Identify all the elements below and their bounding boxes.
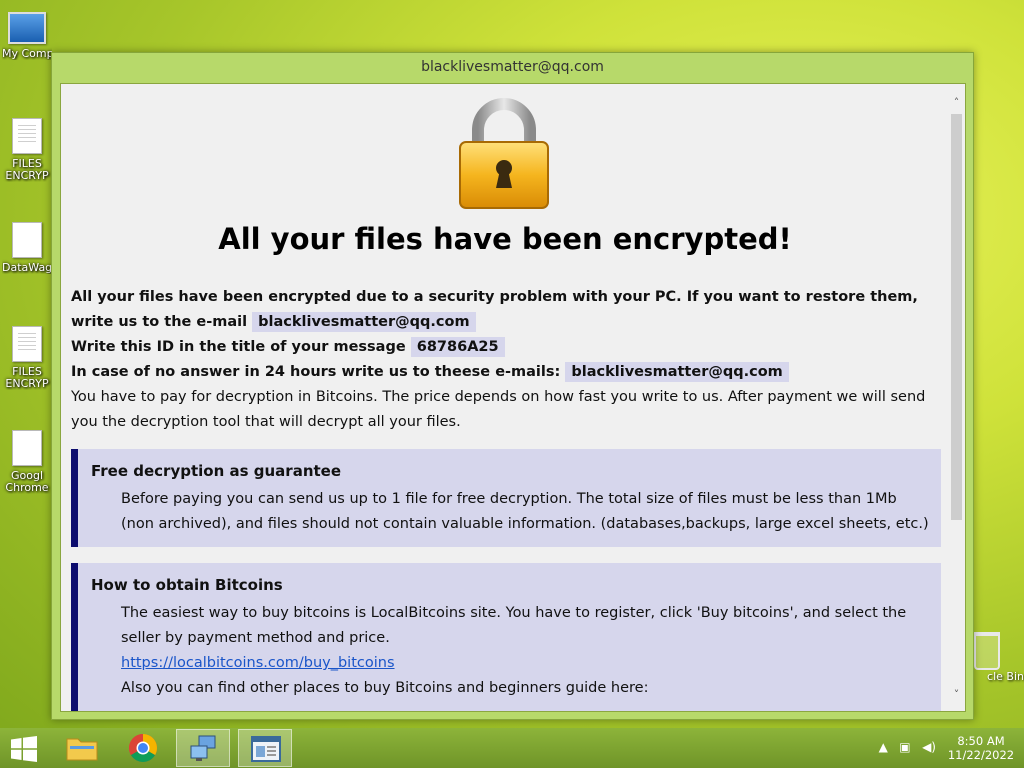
victim-id: 68786A25 xyxy=(410,337,505,357)
show-hidden-icons-icon[interactable]: ▲ xyxy=(879,740,888,754)
desktop-icon-label: Googl Chrome xyxy=(5,469,49,494)
chrome-icon xyxy=(129,734,157,762)
scroll-down-icon[interactable]: ˅ xyxy=(948,686,965,703)
clock-time: 8:50 AM xyxy=(957,734,1005,748)
volume-icon[interactable]: ◀) xyxy=(922,740,936,754)
taskbar-file-explorer[interactable] xyxy=(56,729,110,767)
window-title: blacklivesmatter@qq.com xyxy=(421,59,604,75)
desktop-icon-label: FILES ENCRYP xyxy=(5,365,49,390)
network-computer-icon xyxy=(190,735,216,761)
desktop-icon-label: My Comp xyxy=(2,47,52,60)
contact-email-1: blacklivesmatter@qq.com xyxy=(252,312,476,332)
headline: All your files have been encrypted! xyxy=(218,222,792,256)
folder-icon xyxy=(66,738,98,761)
desktop-icon-google-chrome[interactable]: Googl Chrome xyxy=(2,430,52,494)
padlock-icon xyxy=(459,98,549,209)
taskbar-chrome[interactable] xyxy=(116,729,170,767)
document-icon xyxy=(12,118,42,154)
clock-date: 11/22/2022 xyxy=(947,748,1015,762)
document-icon xyxy=(12,326,42,362)
guarantee-box: Free decryption as guarantee Before payi… xyxy=(71,449,941,547)
contact-email-2: blacklivesmatter@qq.com xyxy=(565,362,789,382)
desktop-icon-label: cle Bin xyxy=(987,670,1024,683)
computer-icon xyxy=(8,12,46,44)
document-icon xyxy=(12,430,42,466)
localbitcoins-link[interactable]: https://localbitcoins.com/buy_bitcoins xyxy=(121,655,395,671)
intro-text: All your files have been encrypted due t… xyxy=(71,289,918,330)
guarantee-text: Before paying you can send us up to 1 fi… xyxy=(121,491,929,532)
id-label: Write this ID in the title of your messa… xyxy=(71,339,406,355)
taskbar-network-app[interactable] xyxy=(176,729,230,767)
ransom-message: All your files have been encrypted due t… xyxy=(71,285,941,711)
scroll-up-icon[interactable]: ˄ xyxy=(948,94,965,111)
scroll-thumb[interactable] xyxy=(951,114,962,520)
tray-icons: ▲ ▣ ◀) xyxy=(879,740,936,754)
document-icon xyxy=(12,222,42,258)
windows-logo-icon xyxy=(11,736,37,762)
recycle-bin-icon xyxy=(974,632,1000,670)
bitcoin-text: The easiest way to buy bitcoins is Local… xyxy=(121,605,907,646)
window-app-icon xyxy=(251,736,281,762)
bitcoin-more-text: Also you can find other places to buy Bi… xyxy=(121,680,649,696)
bitcoin-title: How to obtain Bitcoins xyxy=(91,576,283,594)
vertical-scrollbar[interactable]: ˄ ˅ xyxy=(948,84,965,711)
desktop-icon-label: FILES ENCRYP xyxy=(5,157,49,182)
clock[interactable]: 8:50 AM 11/22/2022 xyxy=(946,734,1016,762)
taskbar-ransom-window[interactable] xyxy=(238,729,292,767)
desktop-icon-files-encrypted-1[interactable]: FILES ENCRYP xyxy=(2,118,52,182)
desktop-icon-datawag[interactable]: DataWag xyxy=(2,222,52,274)
network-status-icon[interactable]: ▣ xyxy=(899,740,910,754)
desktop-icon-label: DataWag xyxy=(2,261,52,274)
ransom-window: blacklivesmatter@qq.com All your files h… xyxy=(51,52,974,720)
desktop-icon-my-computer[interactable]: My Comp xyxy=(2,12,52,60)
desktop-icon-files-encrypted-2[interactable]: FILES ENCRYP xyxy=(2,326,52,390)
no-answer-text: In case of no answer in 24 hours write u… xyxy=(71,364,561,380)
window-content: All your files have been encrypted! All … xyxy=(60,83,966,712)
bitcoin-box: How to obtain Bitcoins The easiest way t… xyxy=(71,563,941,711)
guarantee-title: Free decryption as guarantee xyxy=(91,462,342,480)
taskbar: ▲ ▣ ◀) 8:50 AM 11/22/2022 xyxy=(0,728,1024,768)
payment-text: You have to pay for decryption in Bitcoi… xyxy=(71,389,926,430)
start-button[interactable] xyxy=(0,729,54,767)
